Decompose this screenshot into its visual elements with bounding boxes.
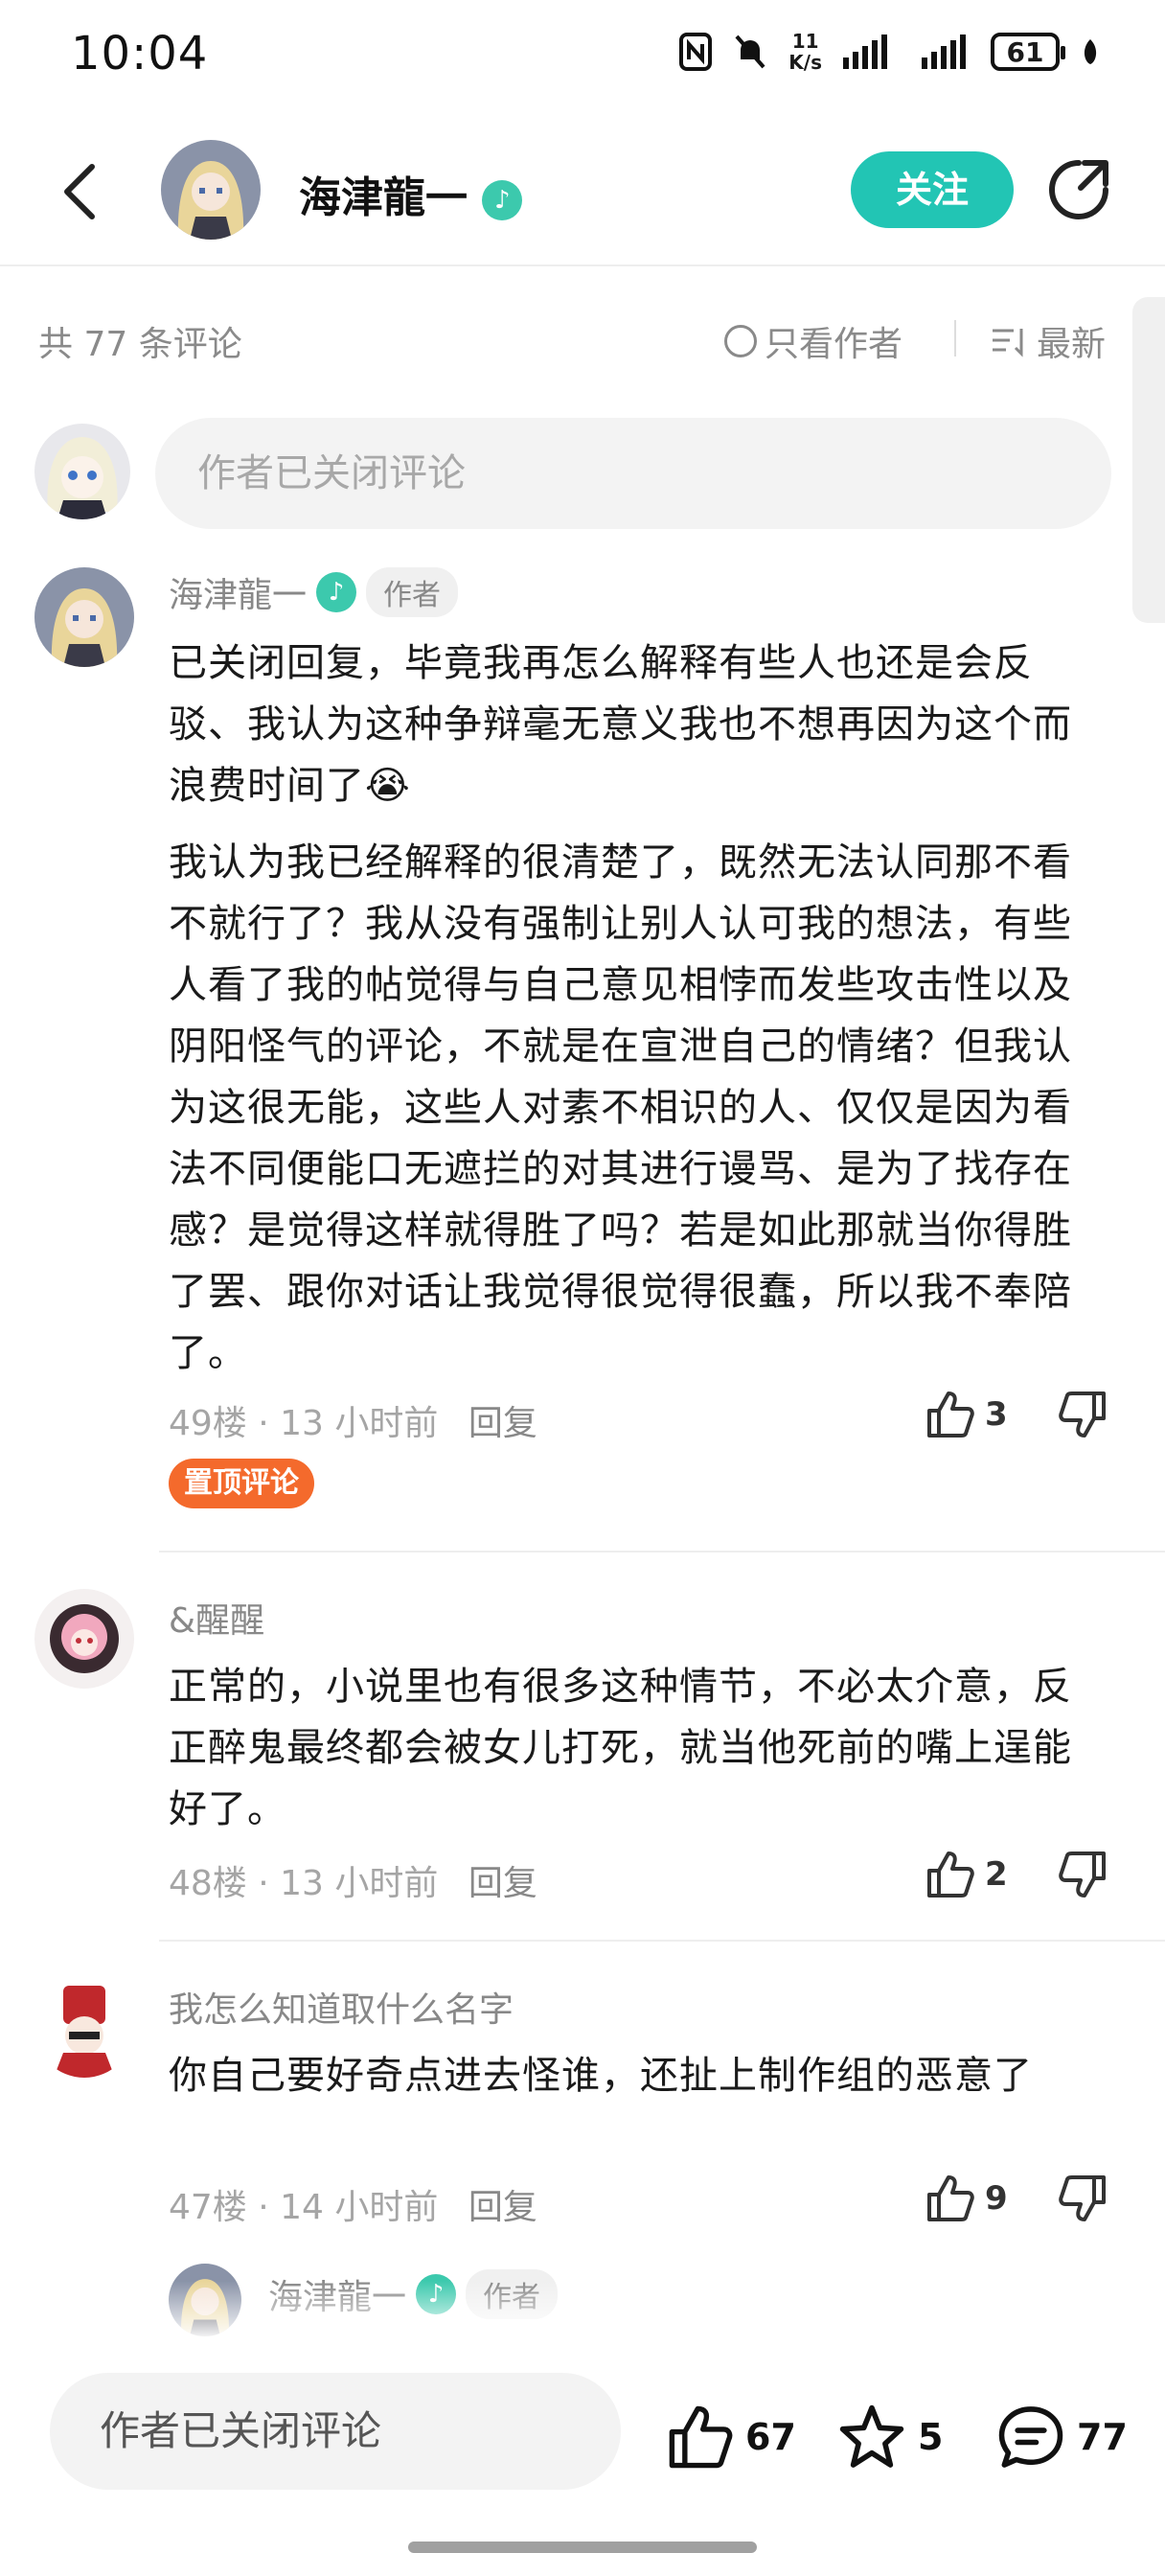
comment-author[interactable]: 我怎么知道取什么名字 bbox=[169, 1982, 514, 2032]
author-name: 海津龍一 ♪ bbox=[299, 163, 523, 224]
nfc-icon bbox=[679, 33, 713, 71]
comment-avatar[interactable] bbox=[34, 567, 134, 667]
comment-meta: 48楼 · 13 小时前 回复 bbox=[169, 1864, 537, 1903]
comment-count-label: 共 77 条评论 bbox=[38, 325, 242, 364]
signal-icon-2 bbox=[922, 34, 966, 69]
comment-divider bbox=[159, 1940, 1165, 1942]
radio-circle-icon bbox=[724, 325, 757, 357]
home-indicator[interactable] bbox=[408, 2542, 757, 2553]
comment-meta: 49楼 · 13 小时前 回复 bbox=[169, 1404, 537, 1443]
only-author-toggle[interactable]: 只看作者 bbox=[724, 316, 902, 366]
like-button[interactable]: 9 bbox=[925, 2174, 1008, 2223]
comment-divider bbox=[159, 1551, 1165, 1552]
comment-text: 已关闭回复，毕竟我再怎么解释有些人也还是会反驳、我认为这种争辩毫无意义我也不想再… bbox=[169, 641, 1072, 808]
status-icons: 11 K/s 61 bbox=[679, 31, 1100, 73]
reply-button[interactable]: 回复 bbox=[468, 1864, 537, 1903]
scrollbar[interactable] bbox=[1132, 297, 1165, 623]
bottom-comment-input[interactable]: 作者已关闭评论 bbox=[50, 2373, 621, 2490]
header-divider bbox=[0, 264, 1165, 266]
battery-indicator: 61 bbox=[991, 33, 1065, 71]
leaf-icon bbox=[1084, 39, 1097, 64]
verified-badge-icon: ♪ bbox=[482, 180, 523, 220]
comment-meta: 47楼 · 14 小时前 回复 bbox=[169, 2188, 537, 2227]
comment-text: 你自己要好奇点进去怪谁，还扯上制作组的恶意了 bbox=[169, 2054, 1033, 2098]
comment-avatar[interactable] bbox=[34, 1589, 134, 1689]
comment-text: 我认为我已经解释的很清楚了，既然无法认同那不看不就行了？我从没有强制让别人认可我… bbox=[169, 840, 1072, 1375]
scroll-fade bbox=[0, 2281, 1165, 2340]
thumb-down-icon[interactable] bbox=[1058, 1850, 1108, 1899]
only-author-label: 只看作者 bbox=[765, 325, 903, 364]
verified-badge-icon: ♪ bbox=[316, 572, 357, 612]
filter-separator bbox=[954, 320, 956, 356]
net-speed: 11 K/s bbox=[788, 30, 822, 74]
author-avatar[interactable] bbox=[161, 140, 261, 240]
like-button[interactable]: 2 bbox=[925, 1850, 1008, 1899]
follow-button[interactable]: 关注 bbox=[851, 151, 1014, 228]
comment-author[interactable]: 海津龍一 ♪ 作者 bbox=[169, 567, 459, 617]
reply-button[interactable]: 回复 bbox=[468, 1404, 537, 1443]
star-icon bbox=[839, 2404, 904, 2468]
signal-icon bbox=[843, 34, 887, 69]
favorite-button[interactable]: 5 bbox=[837, 2404, 943, 2471]
back-icon[interactable] bbox=[57, 161, 103, 222]
comment-count-button[interactable]: 77 bbox=[996, 2404, 1128, 2471]
reply-button[interactable]: 回复 bbox=[468, 2188, 537, 2227]
share-icon[interactable] bbox=[1046, 157, 1111, 222]
thumb-down-icon[interactable] bbox=[1058, 1390, 1108, 1439]
thumb-down-icon[interactable] bbox=[1058, 2174, 1108, 2223]
comment-text: 正常的，小说里也有很多这种情节，不必太介意，反正醉鬼最终都会被女儿打死，就当他死… bbox=[169, 1665, 1072, 1831]
sort-label: 最新 bbox=[1037, 325, 1107, 364]
thumb-up-icon bbox=[927, 1392, 974, 1438]
comment-input[interactable]: 作者已关闭评论 bbox=[155, 418, 1111, 529]
comment-author[interactable]: &醒醒 bbox=[169, 1593, 264, 1643]
thumb-up-icon bbox=[927, 2175, 974, 2221]
status-time: 10:04 bbox=[71, 27, 209, 80]
like-count-button[interactable]: 67 bbox=[667, 2404, 796, 2471]
like-button[interactable]: 3 bbox=[925, 1390, 1008, 1439]
thumb-up-icon bbox=[669, 2405, 733, 2469]
comment-avatar[interactable] bbox=[34, 1978, 134, 2078]
sort-button[interactable]: 最新 bbox=[991, 316, 1106, 366]
comment-bubble-icon bbox=[998, 2406, 1063, 2468]
sort-icon bbox=[993, 329, 1023, 357]
pinned-badge: 置顶评论 bbox=[169, 1459, 314, 1508]
author-tag: 作者 bbox=[366, 567, 459, 617]
mute-bell-icon bbox=[735, 34, 765, 69]
thumb-up-icon bbox=[927, 1852, 974, 1898]
my-avatar[interactable] bbox=[34, 424, 130, 519]
